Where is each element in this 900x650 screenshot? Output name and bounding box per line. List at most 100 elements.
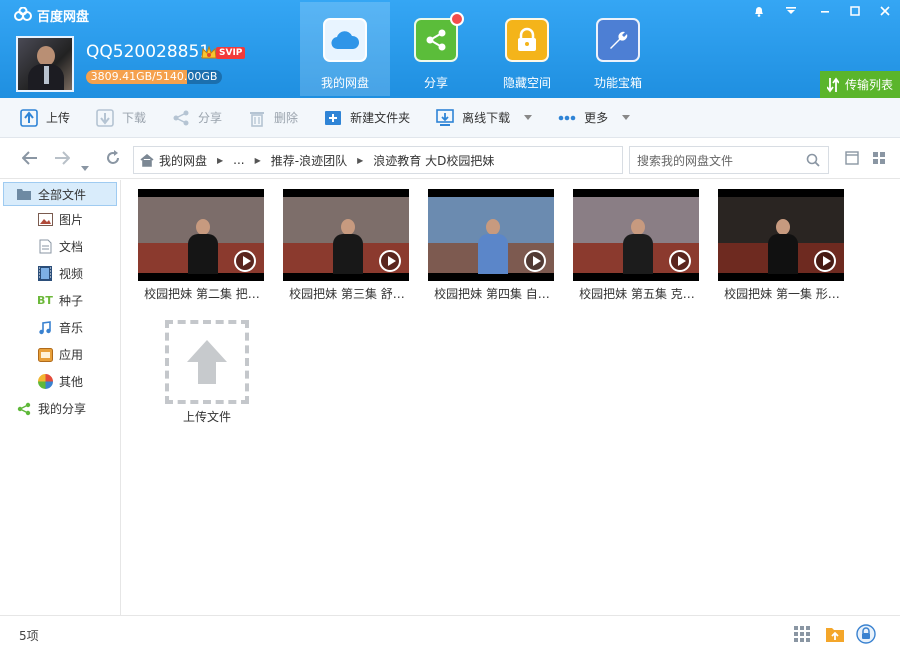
cloud-icon xyxy=(323,18,367,62)
upload-icon xyxy=(20,108,38,127)
sidebar-item-my-share[interactable]: 我的分享 xyxy=(0,395,120,422)
lock-icon xyxy=(505,18,549,62)
share-button[interactable]: 分享 xyxy=(172,109,222,127)
music-icon xyxy=(37,320,53,336)
lock-status-icon[interactable] xyxy=(856,624,876,644)
new-folder-icon xyxy=(324,109,342,127)
app-title: 百度网盘 xyxy=(14,6,89,25)
history-dropdown-icon[interactable] xyxy=(81,156,89,175)
sidebar-item-music[interactable]: 音乐 xyxy=(0,314,120,341)
breadcrumb: 我的网盘 ▶ ... ▶ 推荐-浪迹团队 ▶ 浪迹教育 大D校园把妹 xyxy=(133,146,623,174)
video-thumbnail xyxy=(138,189,264,281)
grid-view-icon[interactable] xyxy=(872,151,886,168)
chevron-down-icon[interactable] xyxy=(524,115,533,120)
sidebar-item-pictures[interactable]: 图片 xyxy=(0,206,120,233)
file-item[interactable]: 校园把妹 第五集 克… xyxy=(573,189,701,302)
vip-badge[interactable]: SVIP xyxy=(200,44,246,62)
notification-dot xyxy=(450,12,464,26)
breadcrumb-level2[interactable]: 浪迹教育 大D校园把妹 xyxy=(373,152,494,169)
username[interactable]: QQ520028851 xyxy=(86,42,210,62)
file-item[interactable]: 校园把妹 第一集 形… xyxy=(718,189,846,302)
file-name: 校园把妹 第五集 克… xyxy=(579,287,695,301)
back-arrow-icon[interactable] xyxy=(21,150,38,169)
sidebar-item-apps[interactable]: 应用 xyxy=(0,341,120,368)
upload-file-tile[interactable] xyxy=(165,320,249,404)
tab-label: 我的网盘 xyxy=(320,76,369,90)
notification-bell-icon[interactable] xyxy=(744,0,774,22)
sidebar-item-videos[interactable]: 视频 xyxy=(0,260,120,287)
close-icon[interactable] xyxy=(870,0,900,22)
sidebar-item-other[interactable]: 其他 xyxy=(0,368,120,395)
play-icon[interactable] xyxy=(524,250,546,272)
maximize-icon[interactable] xyxy=(840,0,870,22)
breadcrumb-ellipsis[interactable]: ... xyxy=(233,153,244,167)
tab-my-disk[interactable]: 我的网盘 xyxy=(300,2,390,96)
chevron-right-icon: ▶ xyxy=(357,155,364,165)
menu-dropdown-icon[interactable] xyxy=(776,0,806,22)
tab-label: 功能宝箱 xyxy=(593,76,642,90)
app-title-text: 百度网盘 xyxy=(37,10,90,25)
file-item[interactable]: 校园把妹 第二集 把… xyxy=(138,189,266,302)
file-name: 校园把妹 第一集 形… xyxy=(724,287,840,301)
upload-arrow-icon xyxy=(187,340,227,384)
grid-apps-icon[interactable] xyxy=(792,624,812,644)
refresh-icon[interactable] xyxy=(105,150,121,170)
video-icon xyxy=(37,266,53,282)
offline-download-icon xyxy=(436,108,454,127)
file-name: 校园把妹 第四集 自… xyxy=(434,287,550,301)
toolbar: 上传 下载 分享 删除 新建文件夹 离线下载 更多 xyxy=(0,98,900,138)
play-icon[interactable] xyxy=(379,250,401,272)
download-icon xyxy=(96,108,114,127)
sidebar-item-torrents[interactable]: BT 种子 xyxy=(0,287,120,314)
play-icon[interactable] xyxy=(234,250,256,272)
transfer-list-button[interactable]: 传输列表 xyxy=(820,71,900,98)
quota-text: 3809.41GB/5140.00GB xyxy=(90,70,218,83)
search-input[interactable]: 搜索我的网盘文件 xyxy=(629,146,829,174)
tab-share[interactable]: 分享 xyxy=(391,2,481,96)
other-icon xyxy=(37,374,53,390)
picture-icon xyxy=(37,212,53,228)
transfer-icon xyxy=(826,77,839,92)
video-thumbnail xyxy=(283,189,409,281)
upload-folder-icon[interactable] xyxy=(825,624,845,644)
file-name: 校园把妹 第三集 舒… xyxy=(289,287,405,301)
app-icon xyxy=(37,347,53,363)
sidebar-item-documents[interactable]: 文档 xyxy=(0,233,120,260)
play-icon[interactable] xyxy=(814,250,836,272)
chevron-right-icon: ▶ xyxy=(254,155,261,165)
trash-icon xyxy=(248,109,266,127)
upload-button[interactable]: 上传 xyxy=(20,108,70,127)
chevron-right-icon: ▶ xyxy=(217,155,224,165)
header: 百度网盘 QQ520028851 SVIP 3809.41GB/5140.00G… xyxy=(0,0,900,98)
play-icon[interactable] xyxy=(669,250,691,272)
chevron-down-icon[interactable] xyxy=(622,115,631,120)
tab-toolbox[interactable]: 功能宝箱 xyxy=(573,2,663,96)
list-view-icon[interactable] xyxy=(845,151,859,168)
more-dots-icon xyxy=(558,109,576,127)
offline-download-button[interactable]: 离线下载 xyxy=(436,108,533,127)
delete-button[interactable]: 删除 xyxy=(248,109,298,127)
tab-hidden-space[interactable]: 隐藏空间 xyxy=(482,2,572,96)
tab-label: 分享 xyxy=(423,76,448,90)
share-icon xyxy=(414,12,464,62)
file-item[interactable]: 校园把妹 第四集 自… xyxy=(428,189,556,302)
file-grid: 校园把妹 第二集 把… 校园把妹 第三集 舒… 校园把妹 第四集 自… 校园把妹… xyxy=(121,180,900,615)
sidebar-item-all-files[interactable]: 全部文件 xyxy=(3,182,117,206)
new-folder-button[interactable]: 新建文件夹 xyxy=(324,109,410,127)
home-icon[interactable] xyxy=(140,153,154,167)
forward-arrow-icon[interactable] xyxy=(54,150,71,169)
tab-label: 隐藏空间 xyxy=(502,76,551,90)
quota-bar: 3809.41GB/5140.00GB xyxy=(86,70,222,84)
file-name: 校园把妹 第二集 把… xyxy=(144,287,260,301)
file-item[interactable]: 校园把妹 第三集 舒… xyxy=(283,189,411,302)
video-thumbnail xyxy=(573,189,699,281)
download-button[interactable]: 下载 xyxy=(96,108,146,127)
minimize-icon[interactable] xyxy=(810,0,840,22)
breadcrumb-level1[interactable]: 推荐-浪迹团队 xyxy=(271,152,347,169)
video-thumbnail xyxy=(428,189,554,281)
avatar[interactable] xyxy=(16,36,74,92)
breadcrumb-root[interactable]: 我的网盘 xyxy=(159,152,207,169)
search-icon[interactable] xyxy=(806,153,820,170)
status-bar: 5项 xyxy=(0,615,900,650)
more-button[interactable]: 更多 xyxy=(558,109,631,127)
